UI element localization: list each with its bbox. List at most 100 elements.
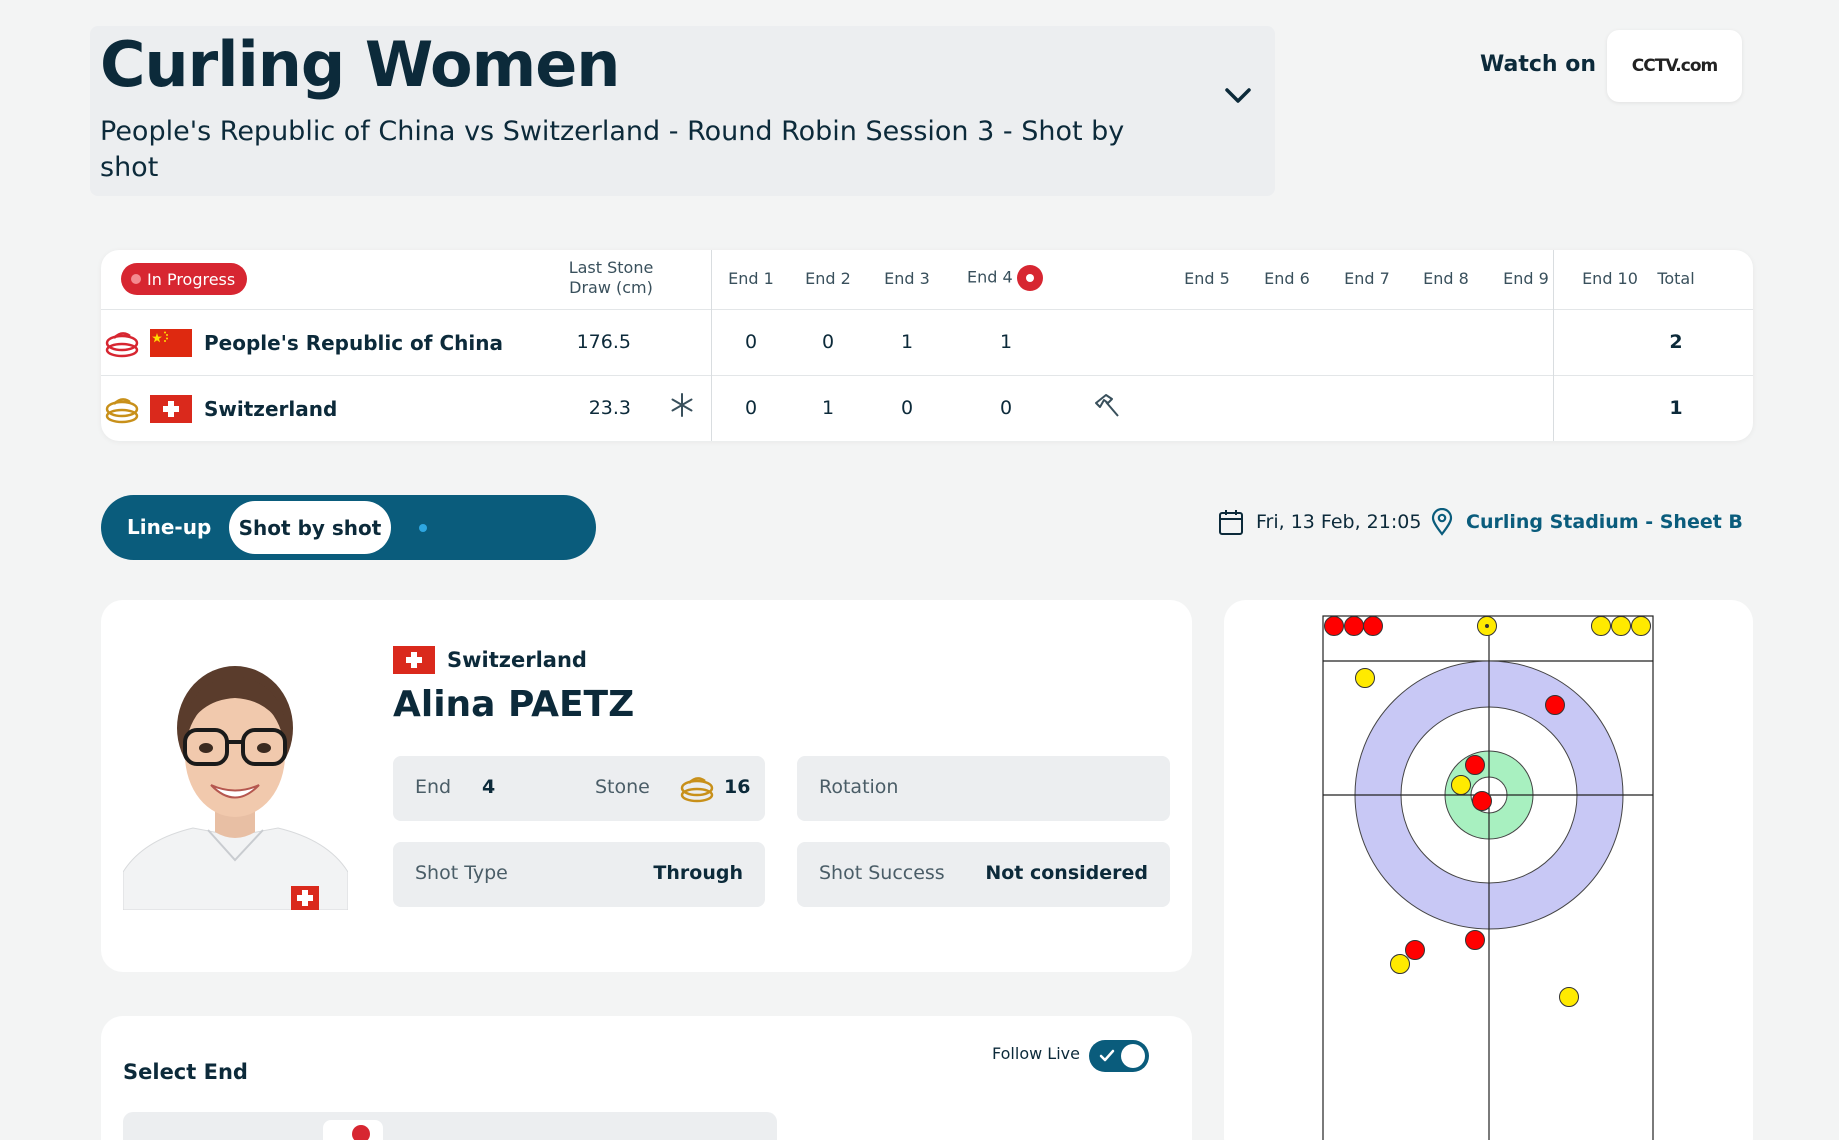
status-badge: In Progress xyxy=(121,263,248,295)
cctv-logo-text: CCTV.com xyxy=(1631,56,1718,76)
check-icon xyxy=(1098,1047,1116,1070)
end-header: End 8 xyxy=(1423,269,1469,288)
yellow-stone xyxy=(1559,987,1579,1007)
end-selector[interactable] xyxy=(123,1112,777,1140)
player-country-name: Switzerland xyxy=(447,648,587,672)
team-name: People's Republic of China xyxy=(204,331,503,355)
lsd-header-line1: Last Stone xyxy=(568,258,654,277)
shot-type-label: Shot Type xyxy=(415,862,508,884)
scoreboard: In Progress Last Stone Draw (cm) End 1 E… xyxy=(101,250,1753,441)
player-country: Switzerland xyxy=(393,646,587,674)
divider xyxy=(101,375,1753,376)
page-header[interactable]: Curling Women People's Republic of China… xyxy=(90,26,1275,196)
yellow-stone-icon xyxy=(680,773,714,808)
watch-on-label: Watch on xyxy=(1480,52,1596,77)
red-stone xyxy=(1405,940,1425,960)
shot-success-value: Not considered xyxy=(985,862,1148,884)
end-header: End 5 xyxy=(1184,269,1230,288)
shot-success-label: Shot Success xyxy=(819,862,945,884)
swiss-flag-icon xyxy=(393,646,435,674)
end-header: End 6 xyxy=(1264,269,1310,288)
yellow-stone xyxy=(1631,616,1651,636)
red-stone xyxy=(1545,695,1565,715)
red-stone xyxy=(1363,616,1383,636)
page-subtitle: People's Republic of China vs Switzerlan… xyxy=(100,116,1125,183)
shot-type-value: Through xyxy=(653,862,743,884)
end-score: 0 xyxy=(900,397,914,419)
calendar-icon xyxy=(1218,508,1244,536)
end-score: 0 xyxy=(999,397,1013,419)
yellow-stone xyxy=(1451,775,1471,795)
lsd-value: 176.5 xyxy=(576,331,631,353)
toggle-knob xyxy=(1121,1044,1145,1068)
red-stone xyxy=(1465,755,1485,775)
end-header: End 7 xyxy=(1344,269,1390,288)
lsd-header: Last Stone Draw (cm) xyxy=(531,258,691,298)
swiss-flag-icon xyxy=(150,395,192,428)
end-score: 1 xyxy=(999,331,1013,353)
yellow-stone xyxy=(1390,954,1410,974)
loading-dot xyxy=(419,524,427,532)
shot-success-box: Shot Success Not considered xyxy=(797,842,1170,907)
end-header-label: End 4 xyxy=(967,267,1013,287)
total-header: Total xyxy=(1657,269,1695,288)
red-stone xyxy=(1465,930,1485,950)
end-label: End xyxy=(415,776,452,798)
rotation-box: Rotation xyxy=(797,756,1170,821)
asterisk-icon xyxy=(669,392,695,423)
tab-lineup[interactable]: Line-up xyxy=(127,515,211,539)
end-header: End 1 xyxy=(728,269,774,288)
china-flag-icon xyxy=(150,329,192,362)
end-score: 0 xyxy=(744,331,758,353)
hammer-icon xyxy=(1092,391,1122,426)
curling-sheet xyxy=(1322,615,1654,1140)
lsd-value: 23.3 xyxy=(588,397,631,419)
shot-type-box: Shot Type Through xyxy=(393,842,765,907)
team-total: 2 xyxy=(1669,331,1683,353)
end-selector-active-tab[interactable] xyxy=(323,1120,383,1140)
end-score: 1 xyxy=(900,331,914,353)
red-stone xyxy=(1472,791,1492,811)
end-score: 0 xyxy=(821,331,835,353)
yellow-stone-icon xyxy=(105,394,139,429)
event-venue-link[interactable]: Curling Stadium - Sheet B xyxy=(1430,508,1743,536)
follow-live-label: Follow Live xyxy=(992,1044,1080,1063)
rotation-label: Rotation xyxy=(819,776,899,798)
red-stone-icon xyxy=(105,328,139,363)
event-venue-text: Curling Stadium - Sheet B xyxy=(1466,511,1743,533)
location-pin-icon xyxy=(1430,508,1454,536)
cctv-logo-button[interactable]: CCTV.com xyxy=(1607,30,1742,102)
red-stone xyxy=(1344,616,1364,636)
end-header: End 3 xyxy=(884,269,930,288)
end-value: 4 xyxy=(482,776,496,798)
end-header: End 2 xyxy=(805,269,851,288)
end-header: End 9 xyxy=(1503,269,1549,288)
event-date: Fri, 13 Feb, 21:05 xyxy=(1218,508,1421,536)
player-photo xyxy=(123,660,348,910)
lsd-header-line2: Draw (cm) xyxy=(569,278,653,297)
page-title: Curling Women xyxy=(100,28,620,101)
end-score: 1 xyxy=(821,397,835,419)
player-card: Switzerland Alina PAETZ End 4 Stone 16 R… xyxy=(101,600,1192,972)
stone-label: Stone xyxy=(595,776,650,798)
yellow-stone xyxy=(1611,616,1631,636)
select-end-card: Select End Follow Live xyxy=(101,1016,1192,1140)
team-total: 1 xyxy=(1669,397,1683,419)
yellow-stone xyxy=(1591,616,1611,636)
select-end-title: Select End xyxy=(123,1060,248,1084)
live-end-icon xyxy=(1016,265,1043,291)
tab-shot-by-shot[interactable]: Shot by shot xyxy=(229,501,391,554)
end-score: 0 xyxy=(744,397,758,419)
live-dot-icon xyxy=(131,274,141,284)
follow-live-toggle[interactable] xyxy=(1089,1040,1149,1072)
divider xyxy=(101,309,1753,310)
yellow-stone xyxy=(1355,668,1375,688)
end-stone-box: End 4 Stone 16 xyxy=(393,756,765,821)
player-name: Alina PAETZ xyxy=(393,684,635,725)
event-date-text: Fri, 13 Feb, 21:05 xyxy=(1256,511,1422,533)
stone-value: 16 xyxy=(724,776,751,798)
curling-sheet-card xyxy=(1224,600,1753,1140)
status-text: In Progress xyxy=(147,269,236,289)
view-tabs: Line-up Shot by shot xyxy=(101,495,596,560)
chevron-down-icon[interactable] xyxy=(1221,78,1255,112)
